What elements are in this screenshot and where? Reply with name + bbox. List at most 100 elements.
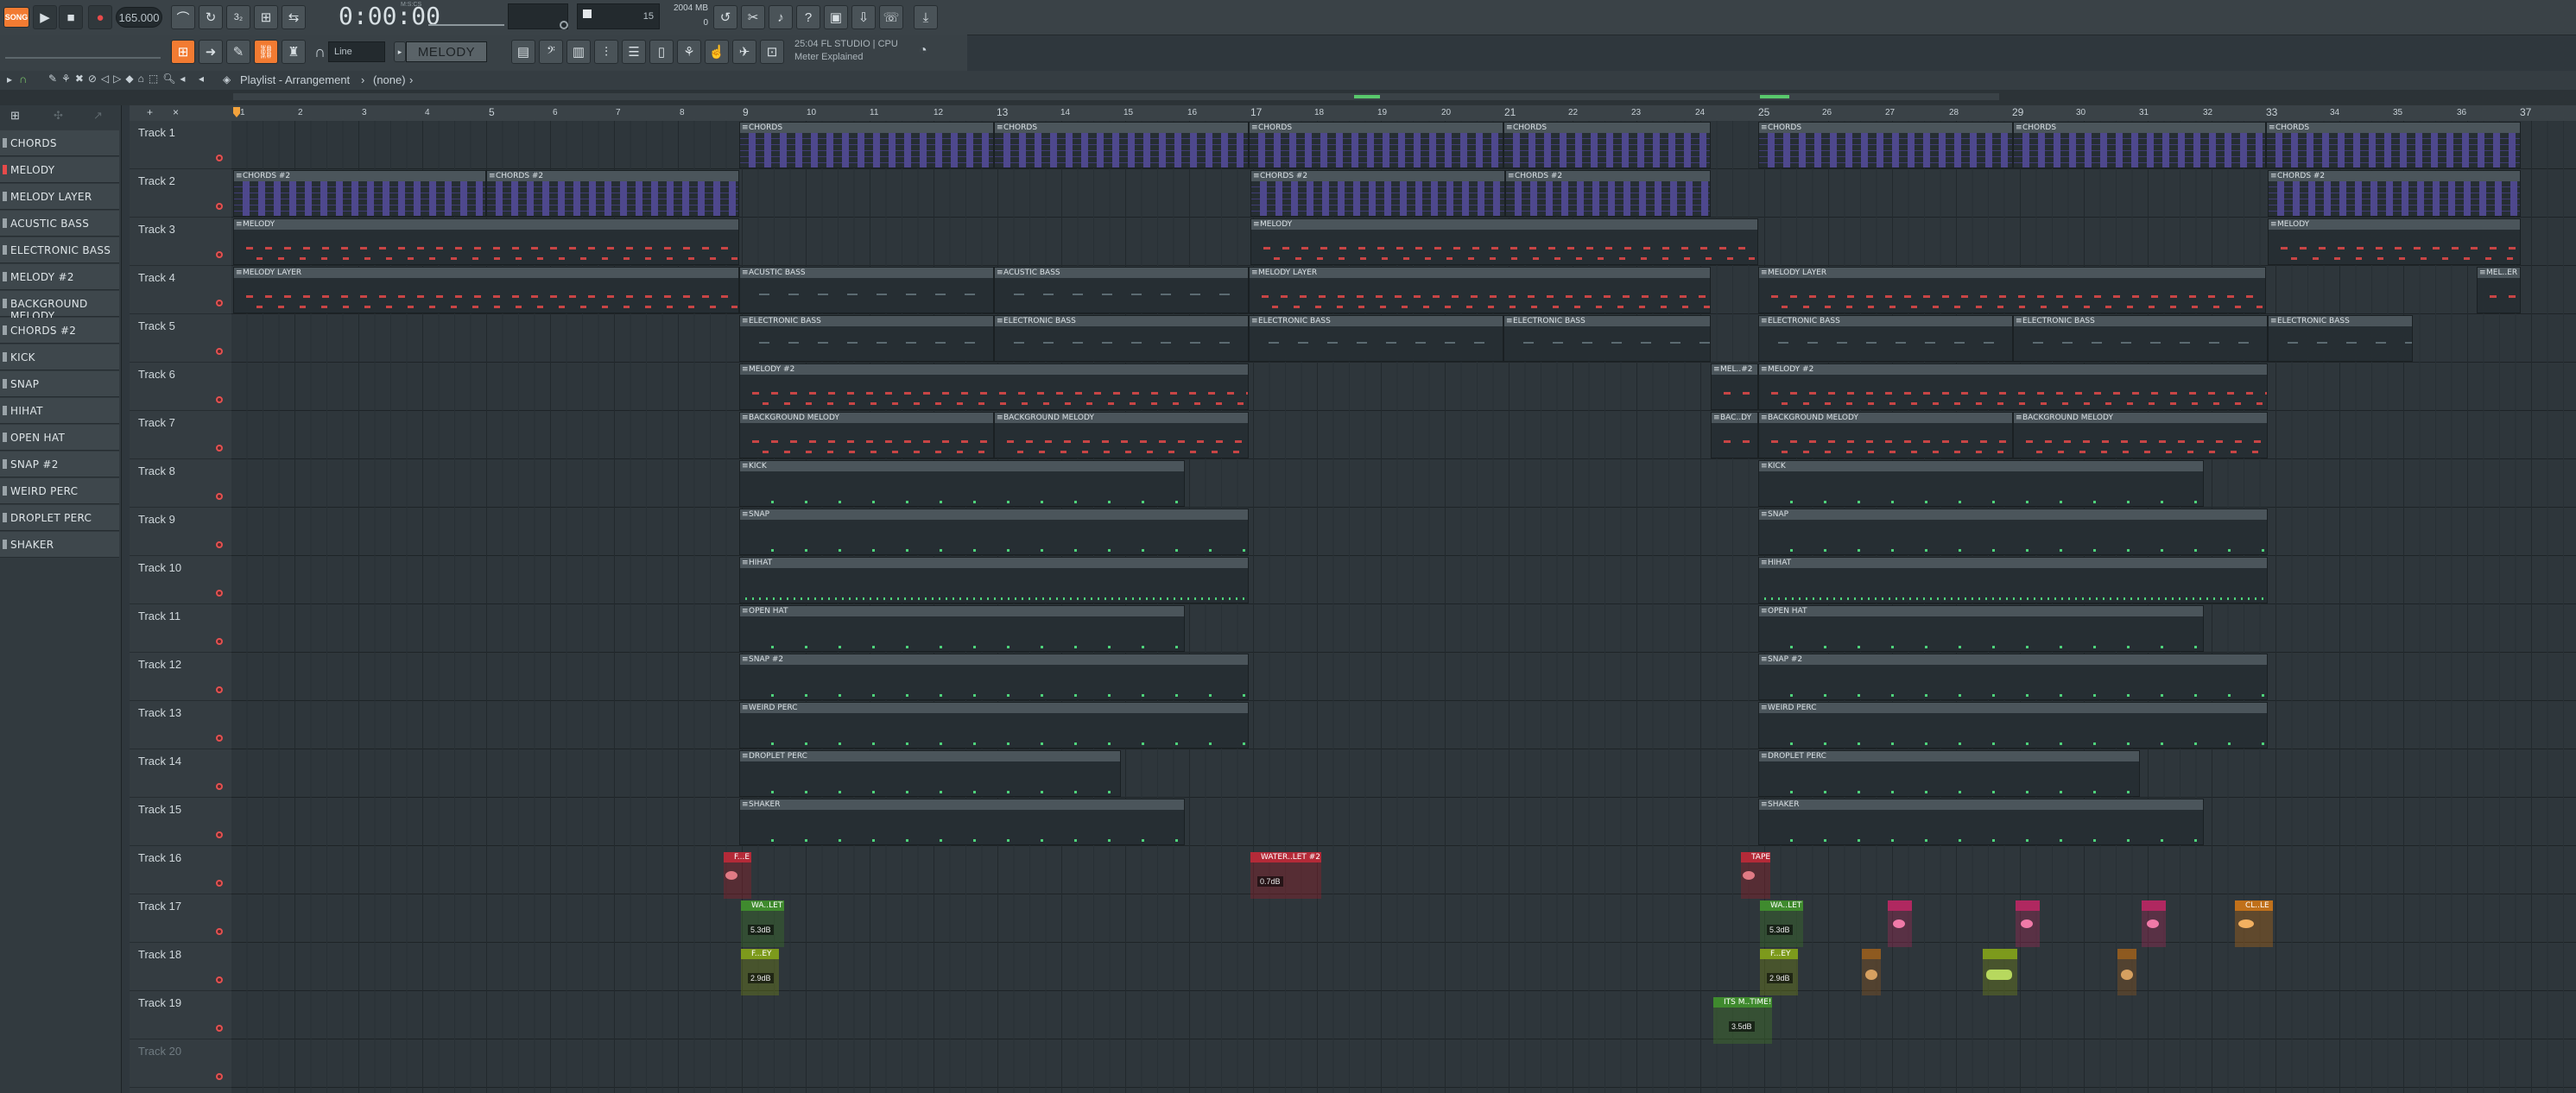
track-record-icon[interactable] [216,735,223,742]
audio-clip[interactable]: WATER..LET #2 0.7dB [1250,852,1321,899]
pattern-item[interactable]: MELODY [0,157,119,183]
track-header[interactable]: Track 8 [130,459,231,508]
track-header[interactable]: Track 1 [130,121,231,169]
pattern-item[interactable]: KICK [0,344,119,370]
record-button[interactable]: ● [88,5,112,29]
tools-button[interactable]: ✈ [732,40,756,64]
track-header[interactable]: Track 15 [130,798,231,846]
track-header[interactable]: Track 20 [130,1039,231,1088]
snap-selector[interactable]: Line [328,41,385,62]
track-header[interactable]: Track 10 [130,556,231,604]
audio-clip[interactable] [2142,900,2166,947]
track-record-icon[interactable] [216,445,223,452]
link-button[interactable]: ⛓ [254,40,278,64]
pattern-item[interactable]: ACUSTIC BASS [0,211,119,237]
pattern-clip[interactable]: MELODY #2 [739,363,1249,410]
remove-track-icon[interactable]: × [173,106,179,118]
track-record-icon[interactable] [216,976,223,983]
pattern-item[interactable]: WEIRD PERC [0,478,119,504]
pattern-item[interactable]: SNAP [0,371,119,397]
pattern-clip[interactable]: CHORDS [994,122,1249,168]
track-record-icon[interactable] [216,348,223,355]
track-header[interactable]: Track 12 [130,653,231,701]
timeline-ruler[interactable]: 1 2 3 4 5 6 7 8 9 10 11 12 13 14 15 16 1… [231,105,2576,122]
pattern-item[interactable]: CHORDS #2 [0,318,119,344]
project-button[interactable]: ▯ [649,40,674,64]
track-record-icon[interactable] [216,251,223,258]
download-button[interactable]: ⤓ [914,5,938,29]
wait-record-button[interactable]: ↻ [199,5,223,29]
pattern-clip[interactable]: CHORDS [1758,122,2013,168]
pattern-clip[interactable]: ELECTRONIC BASS [2013,315,2268,362]
pattern-clip[interactable]: MELODY [1250,218,1758,265]
pattern-item[interactable]: OPEN HAT [0,425,119,451]
piano-roll-button[interactable]: 𝄢 [539,40,563,64]
pattern-clip[interactable]: MELODY [233,218,739,265]
pattern-clip[interactable]: MELODY [2268,218,2521,265]
master-volume-slider[interactable] [428,10,504,26]
track-record-icon[interactable] [216,300,223,306]
track-record-icon[interactable] [216,638,223,645]
pattern-clip[interactable]: BAC..DY [1711,412,1758,458]
playhead-marker[interactable] [233,107,240,117]
pattern-clip[interactable]: CHORDS #2 [1250,170,1505,217]
mixer-button[interactable]: ⫶ [594,40,618,64]
playlist-view-button[interactable]: ⊞ [171,40,195,64]
track-record-icon[interactable] [216,155,223,161]
track-header[interactable]: Track 7 [130,411,231,459]
pattern-clip[interactable]: WEIRD PERC [739,702,1249,749]
picker-piano-icon[interactable]: ⊞ [10,109,20,123]
arrangement-grid[interactable]: CHORDS CHORDS CHORDS CHORDS CHORDS CHORD… [231,121,2576,1093]
audio-clip[interactable]: WA..LET 5.3dB [1760,900,1803,947]
audio-clip[interactable] [1983,949,2017,995]
pattern-clip[interactable]: MELODY LAYER [1249,267,1711,313]
snap-magnet-icon[interactable]: ∩ [19,73,27,85]
track-header[interactable]: Track 13 [130,701,231,749]
pattern-clip[interactable]: OPEN HAT [1758,605,2204,652]
time-display[interactable]: 0:00:00 M:S:CS [339,2,440,33]
pattern-clip[interactable]: SNAP #2 [1758,654,2268,700]
save-button[interactable]: ▣ [824,5,848,29]
render-button[interactable]: ⇩ [851,5,876,29]
picker-automation-icon[interactable]: ↗ [93,109,103,123]
pattern-clip[interactable]: CHORDS [1503,122,1711,168]
audio-clip[interactable] [2117,949,2136,995]
undo-history-button[interactable]: ↺ [713,5,737,29]
pattern-item[interactable]: DROPLET PERC [0,505,119,531]
audio-clip[interactable]: TAPE [1741,852,1770,899]
track-record-icon[interactable] [216,686,223,693]
track-header[interactable]: Track 4 [130,266,231,314]
pattern-item[interactable]: ELECTRONIC BASS [0,237,119,263]
help-button[interactable]: ? [796,5,820,29]
track-header[interactable]: Track 18 [130,943,231,991]
audio-clip[interactable] [1862,949,1881,995]
pattern-clip[interactable]: ELECTRONIC BASS [1503,315,1711,362]
pattern-clip[interactable]: CHORDS [1249,122,1503,168]
pattern-clip[interactable]: CHORDS #2 [486,170,739,217]
playlist-window-button[interactable]: ▤ [511,40,535,64]
speaker-icon[interactable]: ◂ [199,73,204,85]
pitch-knob[interactable] [560,21,568,29]
pattern-item[interactable]: CHORDS [0,130,119,156]
pattern-clip[interactable]: HIHAT [739,557,1249,603]
pattern-clip[interactable]: ACUSTIC BASS [739,267,994,313]
pattern-clip[interactable]: WEIRD PERC [1758,702,2268,749]
track-record-icon[interactable] [216,1025,223,1032]
stop-button[interactable]: ■ [59,5,83,29]
pattern-selector[interactable]: MELODY [406,41,487,62]
overview-scrollbar[interactable] [0,90,2576,105]
pattern-item[interactable]: MELODY #2 [0,264,119,290]
pattern-clip[interactable]: BACKGROUND MELODY [2013,412,2268,458]
countdown-button[interactable]: 3₂ [226,5,250,29]
pattern-clip[interactable]: CHORDS [2266,122,2521,168]
song-mode-button[interactable]: SONG [3,7,29,28]
track-header[interactable]: Track 6 [130,363,231,411]
track-record-icon[interactable] [216,928,223,935]
stamp-button[interactable]: ♜ [282,40,306,64]
plugin-picker-button[interactable]: ⚘ [677,40,701,64]
arrow-tool-button[interactable]: ➜ [199,40,223,64]
audio-clip[interactable]: F...EY 2.9dB [741,949,779,995]
browser-button[interactable]: ☰ [622,40,646,64]
track-header[interactable]: Track 16 [130,846,231,894]
pattern-clip[interactable]: MEL..ER [2477,267,2521,313]
